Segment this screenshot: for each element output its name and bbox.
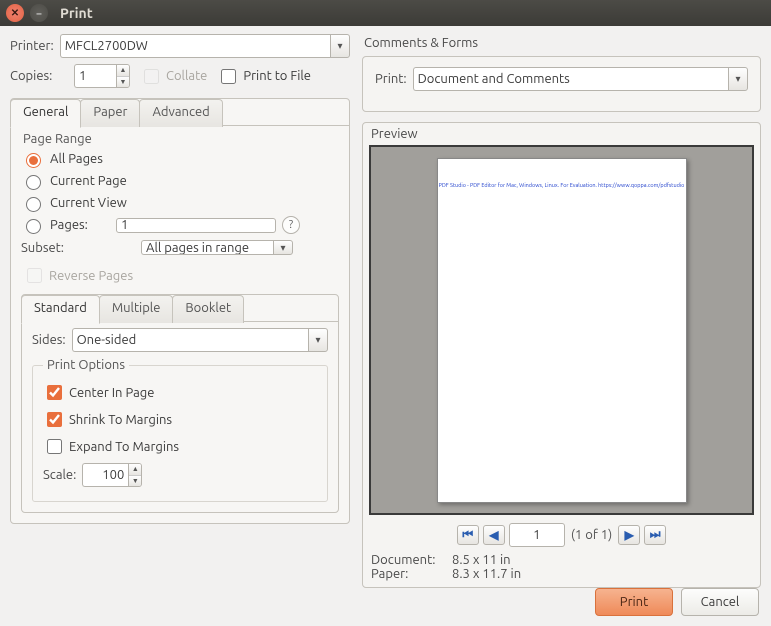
center-in-page-label: Center In Page <box>69 386 154 400</box>
nav-of-text: (1 of 1) <box>571 528 612 542</box>
scale-spin-down: ▼ <box>129 476 141 487</box>
comments-forms-box: Print: ▾ <box>362 56 761 112</box>
expand-to-margins-checkbox[interactable] <box>47 439 62 454</box>
scale-input <box>82 463 128 487</box>
tab-booklet[interactable]: Booklet <box>172 295 244 323</box>
sides-label: Sides: <box>32 333 66 347</box>
preview-watermark: PDF Studio - PDF Editor for Mac, Windows… <box>439 183 685 189</box>
printer-dropdown-button[interactable]: ▾ <box>330 34 350 58</box>
paper-size-value: 8.3 x 11.7 in <box>452 567 521 581</box>
nav-last-button[interactable]: ⏭ <box>644 525 666 545</box>
pages-input <box>116 218 276 233</box>
comments-forms-title: Comments & Forms <box>364 36 761 50</box>
pages-help-icon[interactable]: ? <box>282 216 300 234</box>
subset-select[interactable] <box>141 240 273 255</box>
nav-prev-button[interactable]: ◀ <box>483 525 505 545</box>
layout-tabs: Standard Multiple Booklet Sides: ▾ <box>21 294 339 513</box>
subset-dropdown-button[interactable]: ▾ <box>273 240 293 255</box>
copies-label: Copies: <box>10 69 58 83</box>
print-options-legend: Print Options <box>43 358 129 372</box>
comments-print-dropdown-button[interactable]: ▾ <box>728 67 748 91</box>
print-options-group: Print Options Center In Page Shrink To M… <box>32 358 328 502</box>
window-title: Print <box>60 5 93 21</box>
document-size-value: 8.5 x 11 in <box>452 553 511 567</box>
preview-page: PDF Studio - PDF Editor for Mac, Windows… <box>437 158 687 503</box>
preview-nav: ⏮ ◀ (1 of 1) ▶ ⏭ <box>363 521 760 553</box>
shrink-to-margins-checkbox[interactable] <box>47 412 62 427</box>
reverse-pages-label: Reverse Pages <box>49 269 133 283</box>
radio-current-page[interactable] <box>26 175 41 190</box>
comments-print-select[interactable] <box>413 67 728 91</box>
radio-current-view[interactable] <box>26 197 41 212</box>
tab-multiple[interactable]: Multiple <box>99 295 174 323</box>
radio-all-pages-label: All Pages <box>50 152 103 166</box>
comments-print-label: Print: <box>375 72 407 86</box>
settings-tabs: General Paper Advanced Page Range All Pa… <box>10 98 350 524</box>
nav-page-input[interactable] <box>509 523 565 547</box>
preview-canvas: PDF Studio - PDF Editor for Mac, Windows… <box>369 145 754 515</box>
print-to-file-checkbox[interactable]: Print to File <box>217 66 311 87</box>
shrink-to-margins-label: Shrink To Margins <box>69 413 172 427</box>
radio-current-page-label: Current Page <box>50 174 127 188</box>
copies-spin-down[interactable]: ▼ <box>117 77 129 88</box>
tab-advanced[interactable]: Advanced <box>139 99 222 127</box>
preview-panel: Preview PDF Studio - PDF Editor for Mac,… <box>362 122 761 588</box>
radio-pages-label: Pages: <box>50 218 110 232</box>
print-button[interactable]: Print <box>595 588 673 616</box>
print-to-file-label: Print to File <box>243 69 311 83</box>
tab-paper[interactable]: Paper <box>80 99 140 127</box>
copies-input[interactable] <box>74 64 116 88</box>
preview-title: Preview <box>363 123 760 141</box>
page-range-group: Page Range All Pages Current Page Curren… <box>21 132 339 288</box>
radio-all-pages[interactable] <box>26 153 41 168</box>
radio-current-view-label: Current View <box>50 196 127 210</box>
window-titlebar: ✕ – Print <box>0 0 771 26</box>
tab-general[interactable]: General <box>10 99 81 128</box>
nav-first-button[interactable]: ⏮ <box>457 525 479 545</box>
collate-label: Collate <box>166 69 207 83</box>
cancel-button[interactable]: Cancel <box>681 588 759 616</box>
center-in-page-checkbox[interactable] <box>47 385 62 400</box>
subset-label: Subset: <box>21 241 81 255</box>
radio-pages[interactable] <box>26 219 41 234</box>
copies-spin-up[interactable]: ▲ <box>117 65 129 77</box>
collate-checkbox: Collate <box>140 66 207 87</box>
scale-label: Scale: <box>43 468 76 482</box>
expand-to-margins-label: Expand To Margins <box>69 440 179 454</box>
printer-label: Printer: <box>10 39 54 53</box>
printer-select[interactable] <box>60 34 330 58</box>
page-range-legend: Page Range <box>23 132 339 146</box>
reverse-pages-checkbox <box>27 268 42 283</box>
scale-spin-up: ▲ <box>129 464 141 476</box>
sides-select[interactable] <box>72 328 308 352</box>
paper-size-label: Paper: <box>371 567 449 581</box>
document-size-label: Document: <box>371 553 449 567</box>
window-minimize-button[interactable]: – <box>30 4 48 22</box>
sides-dropdown-button[interactable]: ▾ <box>308 328 328 352</box>
nav-next-button[interactable]: ▶ <box>618 525 640 545</box>
tab-standard[interactable]: Standard <box>21 295 100 324</box>
window-close-button[interactable]: ✕ <box>6 4 24 22</box>
